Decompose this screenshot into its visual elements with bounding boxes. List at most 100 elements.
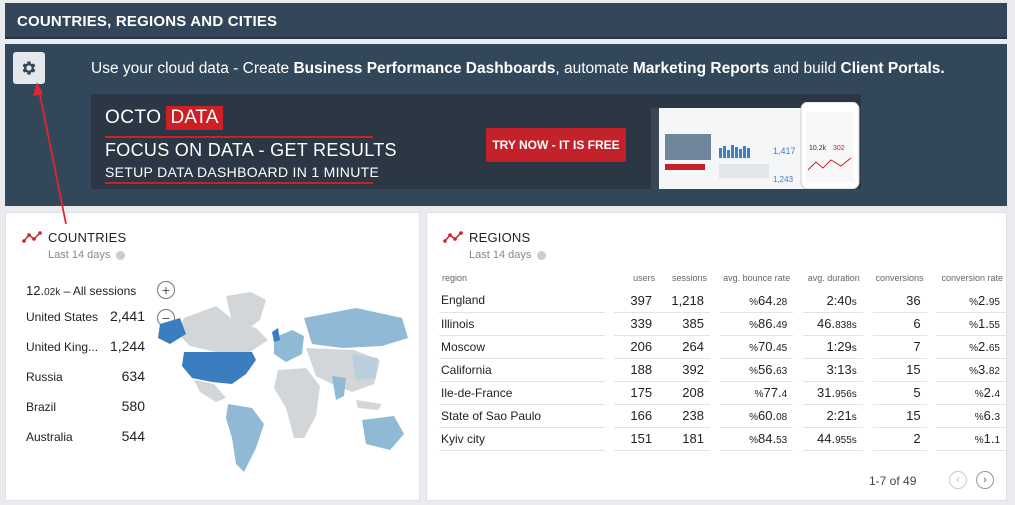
page-title: COUNTRIES, REGIONS AND CITIES <box>17 13 278 30</box>
bounce-rate-cell: %77.4 <box>719 381 794 405</box>
try-now-button[interactable]: TRY NOW - IT IS FREE <box>486 128 626 162</box>
rate-small: 4 <box>994 389 1000 400</box>
column-header[interactable]: avg. duration <box>803 267 863 289</box>
table-row: Illinois 339 385 %86.49 46.838s 6 %1.55 <box>439 312 1006 336</box>
users-cell: 188 <box>614 358 659 382</box>
region-cell: Illinois <box>439 312 605 336</box>
percent-sign: % <box>969 296 979 308</box>
region-cell: Kyiv city <box>439 427 605 451</box>
bounce-small: 49 <box>776 320 788 331</box>
column-header[interactable]: avg. bounce rate <box>720 267 793 289</box>
total-value-suffix: 02k <box>44 287 61 298</box>
column-header[interactable]: users <box>614 267 658 289</box>
pagination-label: 1-7 of 49 <box>869 474 917 488</box>
rate-main: 2. <box>983 385 995 400</box>
conversion-rate-cell: %1.55 <box>936 312 1006 336</box>
bounce-main: 77. <box>763 385 782 400</box>
percent-sign: % <box>974 389 984 400</box>
duration-small: 956s <box>835 389 857 400</box>
promo-link-reports[interactable]: Marketing Reports <box>633 60 769 77</box>
duration-cell: 2:21s <box>802 404 863 428</box>
users-cell: 206 <box>614 335 659 359</box>
sessions-cell: 385 <box>658 312 710 336</box>
map-australia <box>362 416 404 450</box>
table-row: Moscow 206 264 %70.45 1:29s 7 %2.65 <box>439 335 1006 359</box>
country-value: 2,441 <box>109 308 145 324</box>
rate-main: 1. <box>983 431 995 446</box>
sessions-cell: 181 <box>658 427 710 451</box>
bounce-small: 63 <box>776 366 788 377</box>
promo-text-part: , automate <box>555 60 633 77</box>
settings-button[interactable] <box>13 52 45 84</box>
percent-sign: % <box>974 412 984 423</box>
bounce-rate-cell: %86.49 <box>719 312 794 336</box>
mockup-number: 302 <box>833 145 845 152</box>
duration-main: 2:21 <box>826 408 852 423</box>
map-usa <box>182 352 256 384</box>
column-header[interactable]: sessions <box>658 267 710 289</box>
conversions-cell: 36 <box>872 289 927 313</box>
users-cell: 175 <box>614 381 659 405</box>
bounce-main: 70. <box>757 339 777 354</box>
info-icon[interactable] <box>116 250 126 260</box>
total-value: 12. <box>26 283 45 298</box>
bounce-main: 56. <box>757 362 777 377</box>
page-header: COUNTRIES, REGIONS AND CITIES <box>5 3 1007 39</box>
rate-main: 2. <box>978 339 989 354</box>
table-row: England 397 1,218 %64.28 2:40s 36 %2.95 <box>439 289 1006 313</box>
promo-link-portals[interactable]: Client Portals. <box>841 60 945 77</box>
column-header[interactable]: conversion rate <box>936 267 1006 289</box>
table-row: California 188 392 %56.63 3:13s 15 %3.82 <box>439 358 1006 382</box>
duration-small: s <box>851 343 857 354</box>
duration-main: 3:13 <box>826 362 852 377</box>
total-sessions: 12.02k – All sessions <box>26 283 136 298</box>
duration-cell: 31.956s <box>802 381 863 405</box>
conversion-rate-cell: %3.82 <box>936 358 1006 382</box>
conversion-rate-cell: %6.3 <box>936 404 1006 428</box>
duration-small: s <box>851 296 857 308</box>
column-header[interactable]: conversions <box>873 267 927 289</box>
country-value: 1,244 <box>109 338 145 354</box>
banner-divider <box>105 182 373 184</box>
users-cell: 339 <box>614 312 659 336</box>
promo-banner[interactable]: OCTO DATA FOCUS ON DATA - GET RESULTS SE… <box>91 94 861 189</box>
conversion-rate-cell: %1.1 <box>936 427 1006 451</box>
bounce-small: 08 <box>776 412 788 423</box>
conversion-rate-cell: %2.4 <box>936 381 1006 405</box>
conversions-cell: 7 <box>872 335 927 359</box>
sessions-cell: 264 <box>658 335 710 359</box>
table-row: State of Sao Paulo 166 238 %60.08 2:21s 15 %6.… <box>439 404 1006 428</box>
info-icon[interactable] <box>537 250 547 260</box>
bounce-small: 4 <box>781 389 788 400</box>
rate-main: 3. <box>978 362 989 377</box>
conversions-cell: 15 <box>872 404 927 428</box>
prev-page-button[interactable]: ‹ <box>949 471 967 489</box>
table-header-row: region users sessions avg. bounce rate a… <box>439 267 1006 289</box>
promo-panel: Use your cloud data - Create Business Pe… <box>5 44 1007 206</box>
rate-small: 1 <box>994 435 1000 446</box>
percent-sign: % <box>969 366 979 377</box>
users-cell: 397 <box>614 289 659 313</box>
users-cell: 151 <box>614 427 659 451</box>
promo-link-dashboards[interactable]: Business Performance Dashboards <box>293 60 555 77</box>
bounce-main: 60. <box>757 408 777 423</box>
conversions-cell: 6 <box>872 312 927 336</box>
countries-subtitle: Last 14 days <box>48 249 126 261</box>
world-map[interactable] <box>156 288 411 478</box>
next-page-button[interactable]: › <box>976 471 994 489</box>
map-indonesia <box>356 400 382 410</box>
country-value: 634 <box>121 368 145 384</box>
dashboard-mockup-image: 1,417 1,243 10.2k 302 <box>651 102 860 189</box>
promo-text-part: and build <box>768 60 841 77</box>
page: COUNTRIES, REGIONS AND CITIES Use your c… <box>0 0 1015 505</box>
region-cell: California <box>439 358 605 382</box>
sessions-cell: 208 <box>658 381 710 405</box>
conversion-rate-cell: %2.65 <box>936 335 1006 359</box>
trend-chart-icon <box>443 231 463 243</box>
percent-sign: % <box>749 366 758 377</box>
regions-table: region users sessions avg. bounce rate a… <box>439 267 1006 451</box>
banner-headline: FOCUS ON DATA - GET RESULTS <box>105 140 397 160</box>
duration-small: 955s <box>835 435 857 446</box>
percent-sign: % <box>969 343 979 354</box>
column-header[interactable]: region <box>439 267 605 289</box>
